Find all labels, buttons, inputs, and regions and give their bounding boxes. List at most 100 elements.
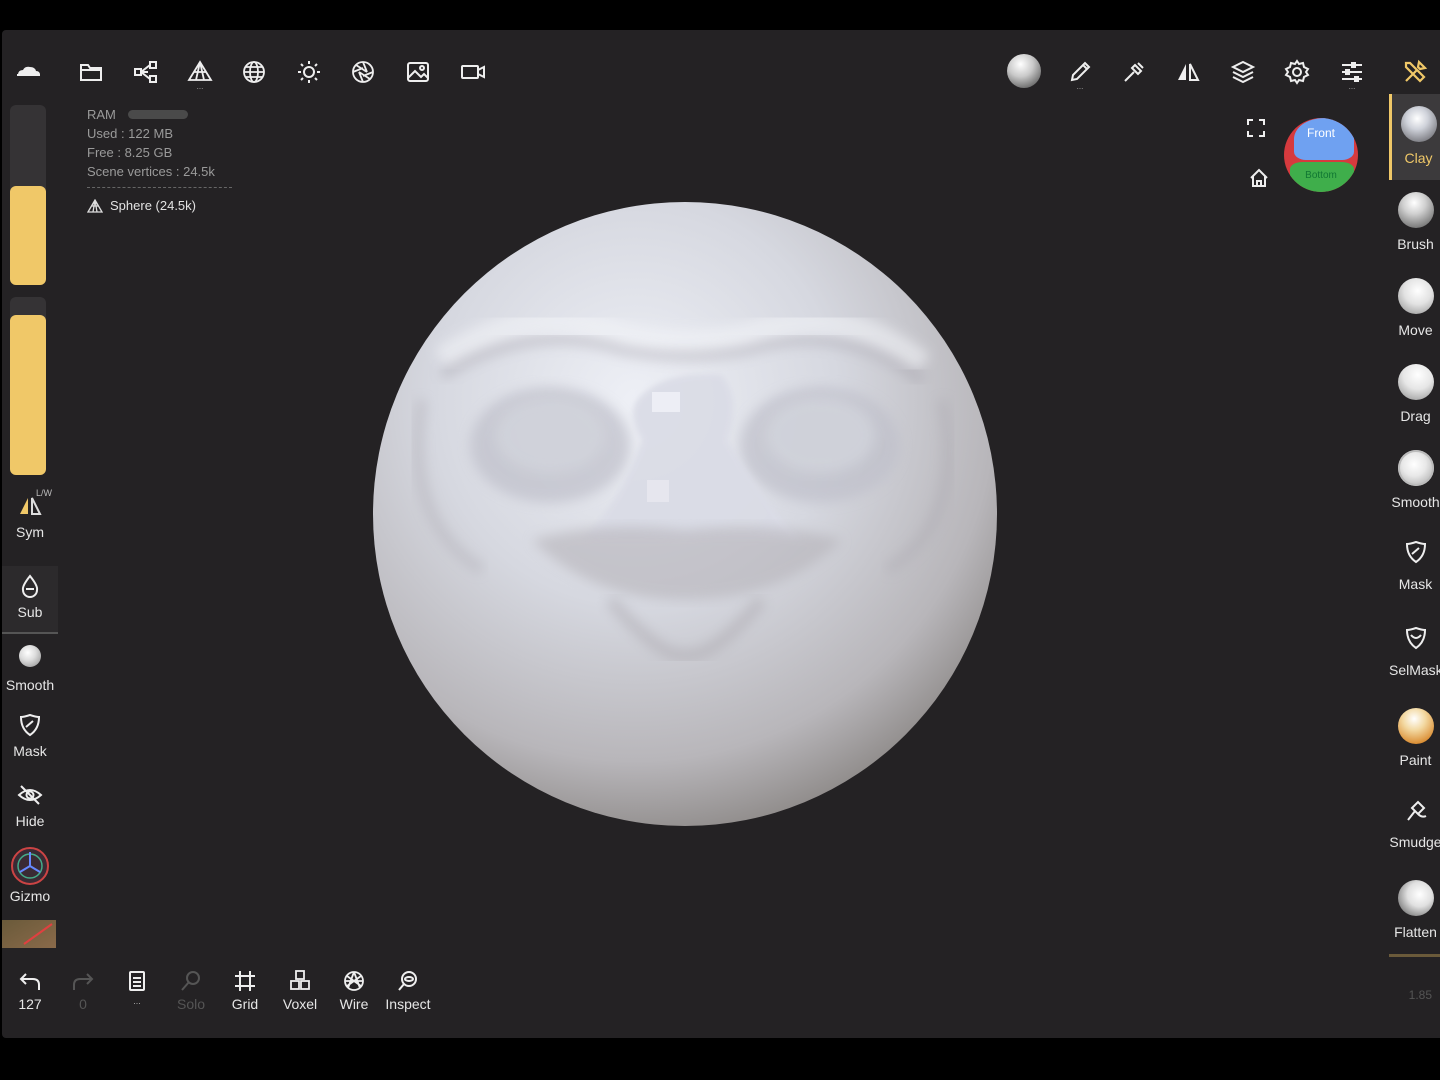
wire-label: Wire bbox=[339, 996, 369, 1012]
mask-shield-icon bbox=[16, 711, 44, 739]
redo-icon bbox=[70, 968, 96, 994]
inspect-button[interactable]: Inspect bbox=[380, 960, 436, 1012]
tool-selmask[interactable]: SelMask bbox=[1389, 610, 1440, 696]
smooth-ball-icon bbox=[16, 645, 44, 673]
smudge-icon bbox=[1402, 796, 1430, 824]
tool-drag[interactable]: Drag bbox=[1389, 352, 1440, 438]
mask-label: Mask bbox=[13, 743, 47, 759]
tool-label-move: Move bbox=[1398, 322, 1433, 338]
picker-icon[interactable] bbox=[1120, 58, 1148, 86]
tool-label-brush: Brush bbox=[1397, 236, 1434, 252]
radius-slider[interactable] bbox=[10, 105, 46, 285]
undo-icon bbox=[17, 968, 43, 994]
gizmo-toggle[interactable]: Gizmo bbox=[2, 846, 58, 904]
tool-label-mask: Mask bbox=[1398, 576, 1433, 592]
material-aperture-icon[interactable] bbox=[349, 58, 377, 86]
grid-icon bbox=[232, 968, 258, 994]
view-cube-bottom: Bottom bbox=[1305, 170, 1337, 181]
tool-label-drag: Drag bbox=[1400, 408, 1431, 424]
hide-shortcut[interactable]: Hide bbox=[2, 781, 58, 829]
tool-brush[interactable]: Brush bbox=[1389, 180, 1440, 266]
view-cube-front: Front bbox=[1306, 126, 1335, 140]
sun-icon[interactable] bbox=[295, 58, 323, 86]
grid-label: Grid bbox=[231, 996, 259, 1012]
eye-slash-icon bbox=[16, 781, 44, 809]
symmetry-icon: L/W bbox=[16, 488, 52, 520]
material-ball-icon[interactable] bbox=[1007, 54, 1043, 90]
paint-icon bbox=[1397, 708, 1434, 744]
smooth-shortcut[interactable]: Smooth bbox=[2, 642, 58, 693]
tool-paint[interactable]: Paint bbox=[1389, 696, 1440, 782]
solo-button[interactable]: Solo bbox=[163, 960, 219, 1012]
intensity-slider-fill bbox=[10, 314, 46, 475]
sculpt-sphere bbox=[373, 202, 997, 826]
mask-icon bbox=[1402, 538, 1430, 566]
tool-label-smooth: Smooth bbox=[1391, 494, 1440, 510]
sub-label: Sub bbox=[17, 604, 43, 620]
symmetry-icon[interactable] bbox=[1174, 58, 1202, 86]
sym-toggle[interactable]: L/W Sym bbox=[2, 488, 58, 540]
tool-label-smudge: Smudge bbox=[1389, 834, 1440, 850]
scene-graph-icon[interactable] bbox=[132, 58, 160, 86]
tools-icon[interactable] bbox=[1401, 58, 1429, 86]
cloud-icon[interactable] bbox=[14, 58, 42, 86]
app-window: ... ... ... RAM Used: 122 MB Free: 8.2… bbox=[2, 30, 1440, 1038]
tool-label-selmask: SelMask bbox=[1389, 662, 1440, 678]
version-label: 1.85 bbox=[1408, 988, 1432, 1002]
scene-list-button[interactable]: ... bbox=[109, 960, 165, 1006]
inspect-label: Inspect bbox=[385, 996, 431, 1012]
smooth-icon bbox=[1397, 450, 1434, 486]
home-icon[interactable] bbox=[1247, 166, 1271, 190]
tool-flatten[interactable]: Flatten bbox=[1389, 868, 1440, 957]
move-icon bbox=[1397, 278, 1434, 314]
voxel-button[interactable]: Voxel bbox=[272, 960, 328, 1012]
tool-smooth[interactable]: Smooth bbox=[1389, 438, 1440, 524]
sym-label: Sym bbox=[16, 524, 44, 540]
voxel-icon bbox=[287, 968, 313, 994]
smooth-label: Smooth bbox=[5, 677, 55, 693]
sliders-icon[interactable]: ... bbox=[1338, 58, 1366, 91]
wire-button[interactable]: Wire bbox=[326, 960, 382, 1012]
pen-icon[interactable]: ... bbox=[1066, 58, 1094, 91]
scene-list-more: ... bbox=[133, 996, 141, 1006]
hide-label: Hide bbox=[15, 813, 45, 829]
fullscreen-icon[interactable] bbox=[1244, 116, 1268, 140]
tool-mask[interactable]: Mask bbox=[1389, 524, 1440, 610]
redo-button[interactable]: 0 bbox=[55, 960, 111, 1012]
sub-toggle[interactable]: Sub bbox=[2, 566, 58, 634]
tool-clay[interactable]: Clay bbox=[1389, 94, 1440, 180]
grid-button[interactable]: Grid bbox=[217, 960, 273, 1012]
redo-count: 0 bbox=[79, 996, 87, 1012]
sym-tag: L/W bbox=[36, 488, 53, 498]
search-icon bbox=[178, 968, 204, 994]
gear-icon[interactable] bbox=[1283, 58, 1311, 86]
radius-slider-fill bbox=[10, 186, 46, 285]
brush-preview-swatch[interactable] bbox=[2, 920, 56, 948]
inspect-icon bbox=[395, 968, 421, 994]
brush-icon bbox=[1397, 192, 1434, 228]
gizmo-label: Gizmo bbox=[9, 888, 51, 904]
video-camera-icon[interactable] bbox=[459, 58, 487, 86]
topology-sphere-icon[interactable] bbox=[240, 58, 268, 86]
selmask-icon bbox=[1402, 624, 1430, 652]
undo-button[interactable]: 127 bbox=[2, 960, 58, 1012]
flatten-icon bbox=[1397, 880, 1434, 916]
layers-icon[interactable] bbox=[1229, 58, 1257, 86]
image-icon[interactable] bbox=[404, 58, 432, 86]
drag-icon bbox=[1397, 364, 1434, 400]
viewport[interactable] bbox=[62, 100, 1387, 950]
solo-label: Solo bbox=[176, 996, 206, 1012]
folder-icon[interactable] bbox=[77, 58, 105, 86]
tool-move[interactable]: Move bbox=[1389, 266, 1440, 352]
tool-smudge[interactable]: Smudge bbox=[1389, 782, 1440, 868]
voxel-label: Voxel bbox=[282, 996, 318, 1012]
gizmo-icon bbox=[10, 846, 50, 886]
clay-icon bbox=[1400, 106, 1437, 142]
tool-label-clay: Clay bbox=[1404, 150, 1433, 166]
mesh-pyramid-icon[interactable]: ... bbox=[186, 58, 214, 91]
view-cube[interactable]: Front Bottom bbox=[1284, 118, 1358, 192]
mask-shortcut[interactable]: Mask bbox=[2, 711, 58, 759]
undo-count: 127 bbox=[18, 996, 42, 1012]
intensity-slider[interactable] bbox=[10, 297, 46, 475]
wireframe-icon bbox=[341, 968, 367, 994]
